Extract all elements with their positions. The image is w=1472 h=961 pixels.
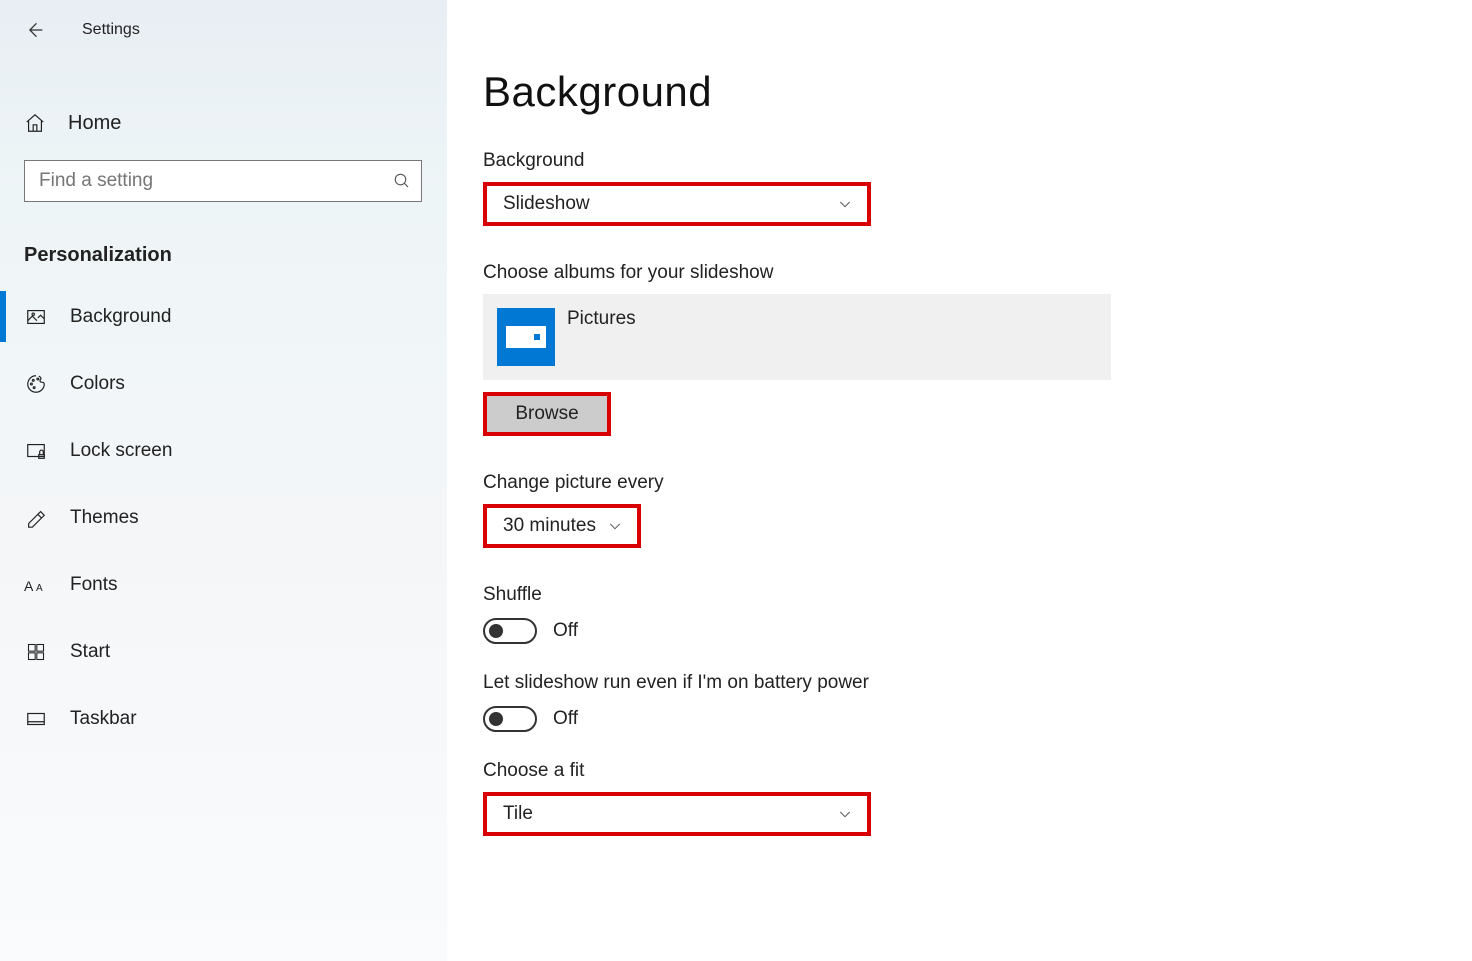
sidebar-item-label: Background — [70, 306, 171, 328]
shuffle-toggle[interactable] — [483, 618, 537, 644]
battery-label: Let slideshow run even if I'm on battery… — [483, 672, 1472, 694]
sidebar-item-fonts[interactable]: AA Fonts — [0, 551, 446, 618]
chevron-down-icon — [837, 196, 853, 212]
sidebar-item-label: Lock screen — [70, 440, 172, 462]
change-every-select[interactable]: 30 minutes — [483, 504, 641, 548]
start-icon — [24, 642, 48, 662]
chevron-down-icon — [837, 806, 853, 822]
sidebar-item-start[interactable]: Start — [0, 618, 446, 685]
album-tile[interactable]: Pictures — [483, 294, 1111, 380]
category-heading: Personalization — [24, 244, 446, 267]
arrow-left-icon — [24, 20, 44, 40]
sidebar: Settings Home Personalization Background — [0, 0, 447, 961]
background-select[interactable]: Slideshow — [483, 182, 871, 226]
main-content: Background Background Slideshow Choose a… — [447, 0, 1472, 961]
page-title: Background — [483, 68, 1472, 116]
sidebar-item-background[interactable]: Background — [0, 283, 446, 350]
background-label: Background — [483, 150, 1472, 172]
sidebar-item-label: Taskbar — [70, 708, 137, 730]
sidebar-item-label: Start — [70, 641, 110, 663]
fit-select[interactable]: Tile — [483, 792, 871, 836]
fonts-icon: AA — [24, 575, 48, 595]
search-icon — [393, 172, 411, 190]
shuffle-state: Off — [553, 620, 578, 642]
sidebar-item-label: Themes — [70, 507, 139, 529]
sidebar-item-taskbar[interactable]: Taskbar — [0, 685, 446, 752]
battery-toggle[interactable] — [483, 706, 537, 732]
sidebar-item-label: Colors — [70, 373, 125, 395]
browse-label: Browse — [515, 403, 578, 425]
palette-icon — [24, 373, 48, 395]
sidebar-item-label: Fonts — [70, 574, 118, 596]
lock-screen-icon — [24, 440, 48, 462]
back-button[interactable] — [22, 18, 46, 42]
sidebar-item-lock-screen[interactable]: Lock screen — [0, 417, 446, 484]
sidebar-item-colors[interactable]: Colors — [0, 350, 446, 417]
themes-icon — [24, 507, 48, 529]
search-field[interactable] — [39, 170, 393, 192]
home-label: Home — [68, 112, 121, 135]
change-every-label: Change picture every — [483, 472, 1472, 494]
search-input[interactable] — [24, 160, 422, 202]
album-thumbnail-icon — [497, 308, 555, 366]
taskbar-icon — [24, 708, 48, 730]
album-name: Pictures — [567, 308, 636, 330]
home-icon — [24, 112, 46, 134]
svg-text:A: A — [36, 583, 43, 594]
change-every-value: 30 minutes — [503, 515, 596, 537]
shuffle-label: Shuffle — [483, 584, 1472, 606]
titlebar: Settings — [0, 12, 446, 48]
battery-state: Off — [553, 708, 578, 730]
fit-label: Choose a fit — [483, 760, 1472, 782]
chevron-down-icon — [607, 518, 623, 534]
nav-list: Background Colors Lock screen Themes AA … — [0, 283, 446, 752]
background-value: Slideshow — [503, 193, 590, 215]
picture-icon — [24, 306, 48, 328]
choose-albums-label: Choose albums for your slideshow — [483, 262, 1472, 284]
home-nav[interactable]: Home — [0, 90, 446, 156]
browse-button[interactable]: Browse — [483, 392, 611, 436]
app-title: Settings — [82, 21, 140, 39]
sidebar-item-themes[interactable]: Themes — [0, 484, 446, 551]
fit-value: Tile — [503, 803, 533, 825]
svg-text:A: A — [24, 578, 34, 594]
